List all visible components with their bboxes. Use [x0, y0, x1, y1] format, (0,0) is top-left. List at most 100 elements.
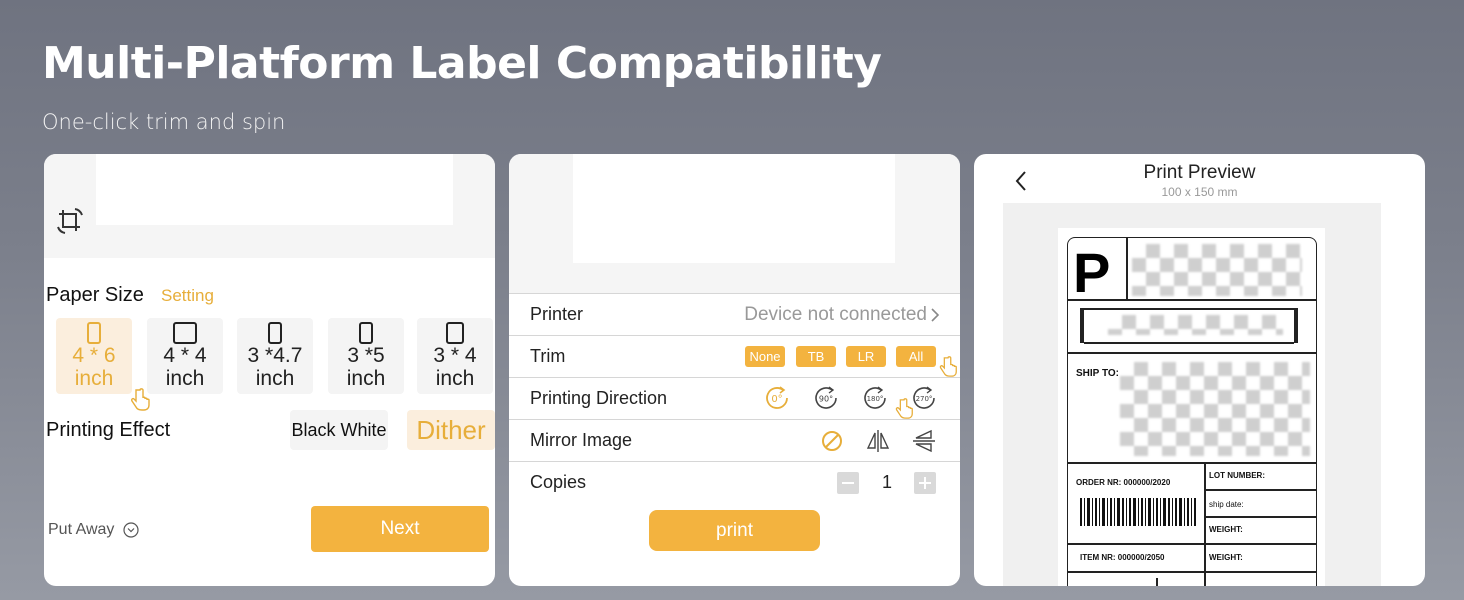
trim-all-button[interactable]: All	[896, 346, 936, 367]
redacted-recipient-address	[1120, 362, 1310, 456]
label-big-letter: P	[1073, 241, 1111, 304]
effect-dither-button[interactable]: Dither	[407, 410, 495, 450]
redacted-tracking-barcode	[1108, 315, 1283, 335]
label-divider	[1204, 462, 1206, 586]
paper-size-panel: Paper Size Setting 4 * 6 inch 4 * 4 inch…	[44, 154, 495, 586]
rotate-0-icon[interactable]: 0°	[763, 384, 791, 412]
label-divider	[1068, 299, 1316, 301]
printer-label: Printer	[530, 304, 584, 324]
rotate-180-value: 180°	[867, 395, 884, 403]
rotate-0-value: 0°	[771, 394, 782, 405]
barcode-edge	[1080, 308, 1084, 343]
label-divider	[1068, 462, 1316, 464]
printing-effect-label: Printing Effect	[46, 419, 171, 441]
size-option-3x4[interactable]: 3 * 4 inch	[417, 318, 493, 394]
paper-size-label: Paper Size	[46, 284, 144, 306]
copies-decrement-button[interactable]	[837, 472, 859, 494]
weight-label: WEIGHT:	[1209, 553, 1243, 562]
shipping-label-sheet: P SHIP TO: ORDER NR: 000000/2020 LOT NUM…	[1058, 228, 1325, 586]
portrait-paper-icon	[87, 322, 101, 344]
trim-row: Trim None TB LR All	[509, 335, 960, 377]
weight-label: WEIGHT:	[1209, 525, 1243, 534]
order-number: ORDER NR: 000000/2020	[1076, 478, 1171, 487]
label-divider	[1068, 571, 1316, 573]
crop-rotate-icon[interactable]	[54, 205, 86, 237]
print-preview-size: 100 x 150 mm	[1161, 185, 1238, 199]
copies-row: Copies 1	[509, 461, 960, 503]
rotate-180-icon[interactable]: 180°	[861, 384, 889, 412]
effect-black-white-button[interactable]: Black White	[290, 410, 388, 450]
barcode-border	[1084, 342, 1294, 344]
ship-date-label: ship date:	[1209, 500, 1244, 509]
size-option-3x5[interactable]: 3 *5 inch	[328, 318, 404, 394]
size-option-4x6[interactable]: 4 * 6 inch	[56, 318, 132, 394]
size-option-unit: inch	[74, 367, 114, 390]
print-settings-panel: Printer Device not connected Trim None T…	[509, 154, 960, 586]
square-paper-icon	[173, 322, 197, 344]
label-divider	[1156, 578, 1158, 586]
size-option-unit: inch	[346, 367, 386, 390]
label-divider	[1204, 516, 1316, 518]
shipping-label: P SHIP TO: ORDER NR: 000000/2020 LOT NUM…	[1067, 237, 1317, 586]
next-button[interactable]: Next	[311, 506, 489, 552]
print-preview-panel: Print Preview 100 x 150 mm P SHIP TO: OR…	[974, 154, 1425, 586]
mirror-vertical-icon[interactable]	[911, 428, 937, 454]
label-preview-area	[44, 154, 495, 258]
label-preview-area	[509, 154, 960, 293]
trim-tb-button[interactable]: TB	[796, 346, 836, 367]
rotate-90-value: 90°	[819, 395, 833, 404]
order-barcode	[1080, 498, 1196, 526]
minus-icon	[842, 482, 854, 484]
rotate-90-icon[interactable]: 90°	[812, 384, 840, 412]
label-divider	[1068, 352, 1316, 354]
portrait-paper-icon	[359, 322, 373, 344]
size-option-dimensions: 4 * 4	[163, 344, 207, 367]
no-mirror-icon[interactable]	[819, 428, 845, 454]
barcode-edge	[1294, 308, 1298, 343]
trim-label: Trim	[530, 346, 566, 366]
size-option-unit: inch	[435, 367, 475, 390]
copies-value[interactable]: 1	[882, 472, 892, 493]
mirror-horizontal-icon[interactable]	[865, 428, 891, 454]
trim-none-button[interactable]: None	[745, 346, 785, 367]
lot-number-label: LOT NUMBER:	[1209, 471, 1265, 480]
size-option-dimensions: 3 *4.7	[247, 344, 303, 367]
size-option-4x4[interactable]: 4 * 4 inch	[147, 318, 223, 394]
print-button[interactable]: print	[649, 510, 820, 551]
trim-lr-button[interactable]: LR	[846, 346, 886, 367]
chevron-down-circle-icon[interactable]	[123, 522, 139, 538]
printer-row[interactable]: Printer Device not connected	[509, 293, 960, 335]
size-option-unit: inch	[255, 367, 295, 390]
printer-status: Device not connected	[744, 304, 927, 325]
printing-direction-row: Printing Direction 0° 90° 180° 270°	[509, 377, 960, 419]
plus-icon	[919, 477, 931, 489]
redacted-sender-info	[1132, 244, 1302, 296]
preview-canvas: P SHIP TO: ORDER NR: 000000/2020 LOT NUM…	[1003, 203, 1381, 586]
label-divider	[1126, 238, 1128, 299]
label-paper	[573, 154, 895, 263]
pointer-hand-icon	[939, 356, 957, 377]
size-option-dimensions: 4 * 6	[72, 344, 116, 367]
item-number: ITEM NR: 000000/2050	[1080, 553, 1165, 562]
mirror-image-label: Mirror Image	[530, 430, 633, 450]
pointer-hand-icon	[131, 388, 150, 411]
setting-link[interactable]: Setting	[161, 286, 214, 306]
copies-increment-button[interactable]	[914, 472, 936, 494]
ship-to-label: SHIP TO:	[1076, 368, 1119, 379]
chevron-right-icon	[931, 308, 940, 322]
size-option-dimensions: 3 *5	[347, 344, 385, 367]
put-away-link[interactable]: Put Away	[48, 521, 114, 539]
rotate-270-value: 270°	[916, 395, 933, 403]
barcode-border	[1084, 308, 1294, 310]
label-paper	[96, 154, 453, 225]
portrait-paper-icon	[268, 322, 282, 344]
size-option-3x4.7[interactable]: 3 *4.7 inch	[237, 318, 313, 394]
printing-direction-label: Printing Direction	[530, 388, 668, 408]
label-divider	[1068, 543, 1316, 545]
copies-label: Copies	[530, 472, 587, 492]
pointer-hand-icon	[895, 398, 913, 419]
size-option-dimensions: 3 * 4	[433, 344, 477, 367]
print-preview-title: Print Preview	[1143, 162, 1256, 183]
hero-title: Multi-Platform Label Compatibility	[42, 38, 882, 89]
size-option-unit: inch	[165, 367, 205, 390]
